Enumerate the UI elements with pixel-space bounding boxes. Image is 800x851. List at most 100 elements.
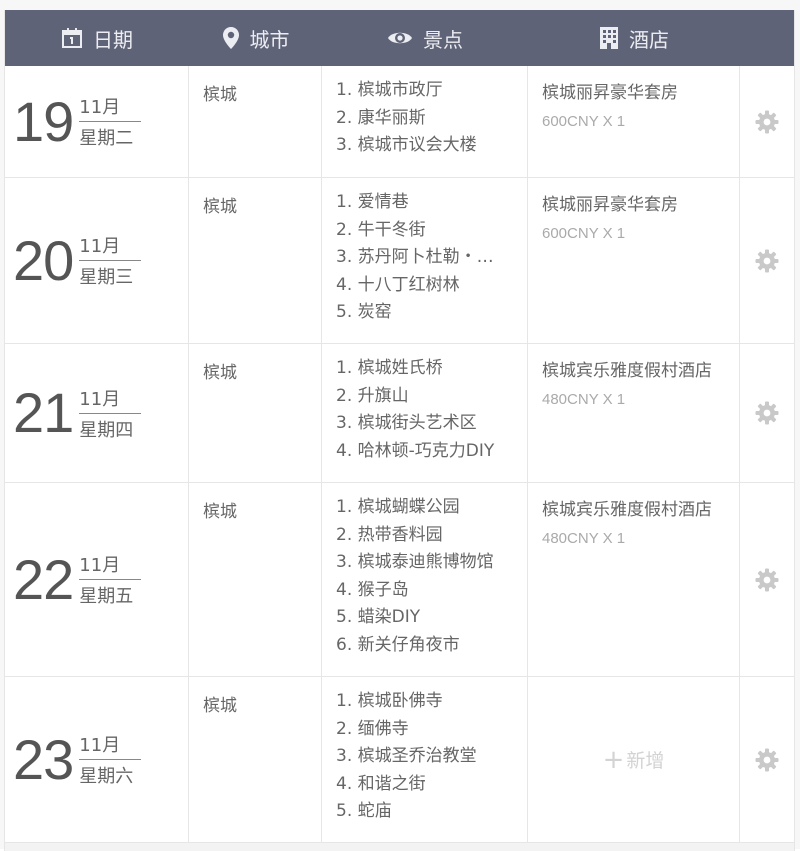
day-number: 21 [13, 381, 74, 444]
weekday-label: 星期二 [79, 128, 134, 149]
month-weekday: 11月星期五 [79, 551, 142, 608]
spot-item[interactable]: 4. 十八丁红树林 [336, 272, 527, 300]
spot-item[interactable]: 1. 槟城市政厅 [336, 77, 527, 105]
spot-item[interactable]: 1. 槟城姓氏桥 [336, 355, 527, 383]
spot-item[interactable]: 3. 槟城市议会大楼 [336, 132, 527, 160]
plus-icon: + [602, 744, 625, 775]
city-name: 槟城 [203, 363, 237, 383]
month-label: 11月 [79, 385, 142, 414]
city-cell: 槟城 [189, 344, 322, 482]
day-number: 22 [13, 547, 74, 611]
spot-item[interactable]: 3. 槟城街头艺术区 [336, 410, 527, 438]
hotel-name: 槟城丽昇豪华套房 [542, 83, 678, 103]
hotel-cell[interactable]: 槟城宾乐雅度假村酒店 480CNY X 1 [528, 344, 740, 482]
gear-icon [755, 568, 779, 591]
date-cell: 20 11月星期三 [5, 178, 189, 343]
city-name: 槟城 [203, 197, 237, 217]
spot-item[interactable]: 1. 槟城卧佛寺 [336, 688, 527, 716]
hotel-name: 槟城丽昇豪华套房 [542, 195, 678, 215]
month-weekday: 11月星期四 [79, 385, 142, 442]
settings-button[interactable] [740, 677, 794, 842]
city-name: 槟城 [203, 696, 237, 716]
table-row: 23 11月 星期六 槟城 1. 槟城卧佛寺 2. 缅佛寺 3. 槟城圣乔治教堂 4. 和谐之… [5, 676, 794, 842]
hotel-price: 600CNY X 1 [542, 113, 626, 130]
day-number: 23 [13, 727, 74, 791]
day-number: 20 [13, 228, 74, 292]
settings-button[interactable] [740, 344, 794, 482]
hotel-price: 480CNY X 1 [542, 391, 626, 408]
weekday-label: 星期六 [79, 766, 134, 787]
header-hotel: 酒店 [528, 10, 740, 66]
month-label: 11月 [79, 93, 142, 122]
header-spot: 景点 [322, 10, 528, 66]
weekday-label: 星期三 [79, 267, 134, 288]
spot-item[interactable]: 5. 蛇庙 [336, 798, 527, 826]
city-cell: 槟城 [189, 677, 322, 842]
hotel-name: 槟城宾乐雅度假村酒店 [542, 361, 712, 381]
spot-item[interactable]: 3. 槟城圣乔治教堂 [336, 743, 527, 771]
spot-item[interactable]: 2. 缅佛寺 [336, 716, 527, 744]
hotel-cell: + 新增 [528, 677, 740, 842]
spots-cell: 1. 槟城蝴蝶公园 2. 热带香料园 3. 槟城泰迪熊博物馆 4. 猴子岛 5. 蜡染D… [322, 483, 528, 676]
spot-item[interactable]: 5. 炭窑 [336, 299, 527, 327]
month-label: 11月 [79, 731, 142, 760]
header-date: 日期 [5, 10, 189, 66]
gear-icon [755, 401, 779, 425]
settings-button[interactable] [740, 178, 794, 343]
settings-button[interactable] [740, 483, 794, 676]
date-cell: 19 11月 星期二 [5, 66, 189, 177]
add-hotel-button[interactable]: + 新增 [603, 746, 665, 773]
calendar-icon [61, 27, 83, 49]
city-cell: 槟城 [189, 483, 322, 676]
city-name: 槟城 [203, 502, 237, 522]
hotel-building-icon [599, 26, 619, 50]
page: 日期 城市 景点 酒店 19 11月 星期二 槟城 1. 槟城市政厅 2. 康华… [0, 0, 800, 851]
itinerary-table: 日期 城市 景点 酒店 19 11月 星期二 槟城 1. 槟城市政厅 2. 康华… [4, 10, 795, 851]
spot-item[interactable]: 3. 苏丹阿卜杜勒・… [336, 244, 527, 272]
hotel-cell[interactable]: 槟城丽昇豪华套房 600CNY X 1 [528, 178, 740, 343]
spot-item[interactable]: 4. 猴子岛 [336, 577, 527, 605]
spot-item[interactable]: 5. 蜡染DIY [336, 604, 527, 632]
gear-icon [755, 249, 779, 272]
header-hotel-label: 酒店 [629, 27, 669, 52]
spot-item[interactable]: 4. 哈林顿-巧克力DIY [336, 438, 527, 466]
weekday-label: 星期五 [79, 586, 134, 607]
table-row: 22 11月星期五 槟城 1. 槟城蝴蝶公园 2. 热带香料园 3. 槟城泰迪熊博物馆 4.… [5, 482, 794, 676]
month-weekday: 11月星期二 [79, 93, 142, 150]
month-label: 11月 [79, 551, 142, 580]
spots-cell: 1. 爱情巷 2. 牛干冬街 3. 苏丹阿卜杜勒・… 4. 十八丁红树林 5. 炭窑 [322, 178, 528, 343]
weekday-label: 星期四 [79, 419, 134, 441]
add-hotel-label: 新增 [626, 750, 665, 772]
month-weekday: 11月星期三 [79, 232, 142, 289]
table-footer [5, 842, 794, 851]
spot-item[interactable]: 3. 槟城泰迪熊博物馆 [336, 549, 527, 577]
table-header: 日期 城市 景点 酒店 [5, 10, 794, 66]
spot-item[interactable]: 2. 升旗山 [336, 383, 527, 411]
spot-item[interactable]: 2. 康华丽斯 [336, 105, 527, 133]
header-spot-label: 景点 [423, 27, 463, 52]
date-cell: 21 11月星期四 [5, 344, 189, 482]
spot-item[interactable]: 2. 热带香料园 [336, 522, 527, 550]
spot-item[interactable]: 6. 新关仔角夜市 [336, 632, 527, 660]
spots-cell: 1. 槟城姓氏桥 2. 升旗山 3. 槟城街头艺术区 4. 哈林顿-巧克力DIY [322, 344, 528, 482]
spot-item[interactable]: 2. 牛干冬街 [336, 217, 527, 245]
hotel-price: 600CNY X 1 [542, 225, 626, 242]
gear-icon [755, 110, 779, 133]
spot-item[interactable]: 1. 槟城蝴蝶公园 [336, 494, 527, 522]
header-actions [740, 10, 794, 66]
header-date-label: 日期 [93, 27, 133, 52]
hotel-cell[interactable]: 槟城丽昇豪华套房 600CNY X 1 [528, 66, 740, 177]
hotel-cell[interactable]: 槟城宾乐雅度假村酒店 480CNY X 1 [528, 483, 740, 676]
eye-icon [387, 29, 413, 47]
spot-item[interactable]: 1. 爱情巷 [336, 189, 527, 217]
table-row: 19 11月 星期二 槟城 1. 槟城市政厅 2. 康华丽斯 3. 槟城市议会大楼 槟城丽昇豪… [5, 66, 794, 177]
hotel-price: 480CNY X 1 [542, 530, 626, 547]
location-pin-icon [222, 26, 240, 50]
settings-button[interactable] [740, 66, 794, 177]
month-label: 11月 [79, 232, 142, 261]
table-body: 19 11月 星期二 槟城 1. 槟城市政厅 2. 康华丽斯 3. 槟城市议会大楼 槟城丽昇豪… [5, 66, 794, 842]
date-cell: 23 11月星期六 [5, 677, 189, 842]
city-cell: 槟城 [189, 178, 322, 343]
spot-item[interactable]: 4. 和谐之街 [336, 771, 527, 799]
table-row: 20 11月 星期三 槟城 1. 爱情巷 2. 牛干冬街 3. 苏丹阿卜杜勒・… 4. 十八丁… [5, 177, 794, 343]
